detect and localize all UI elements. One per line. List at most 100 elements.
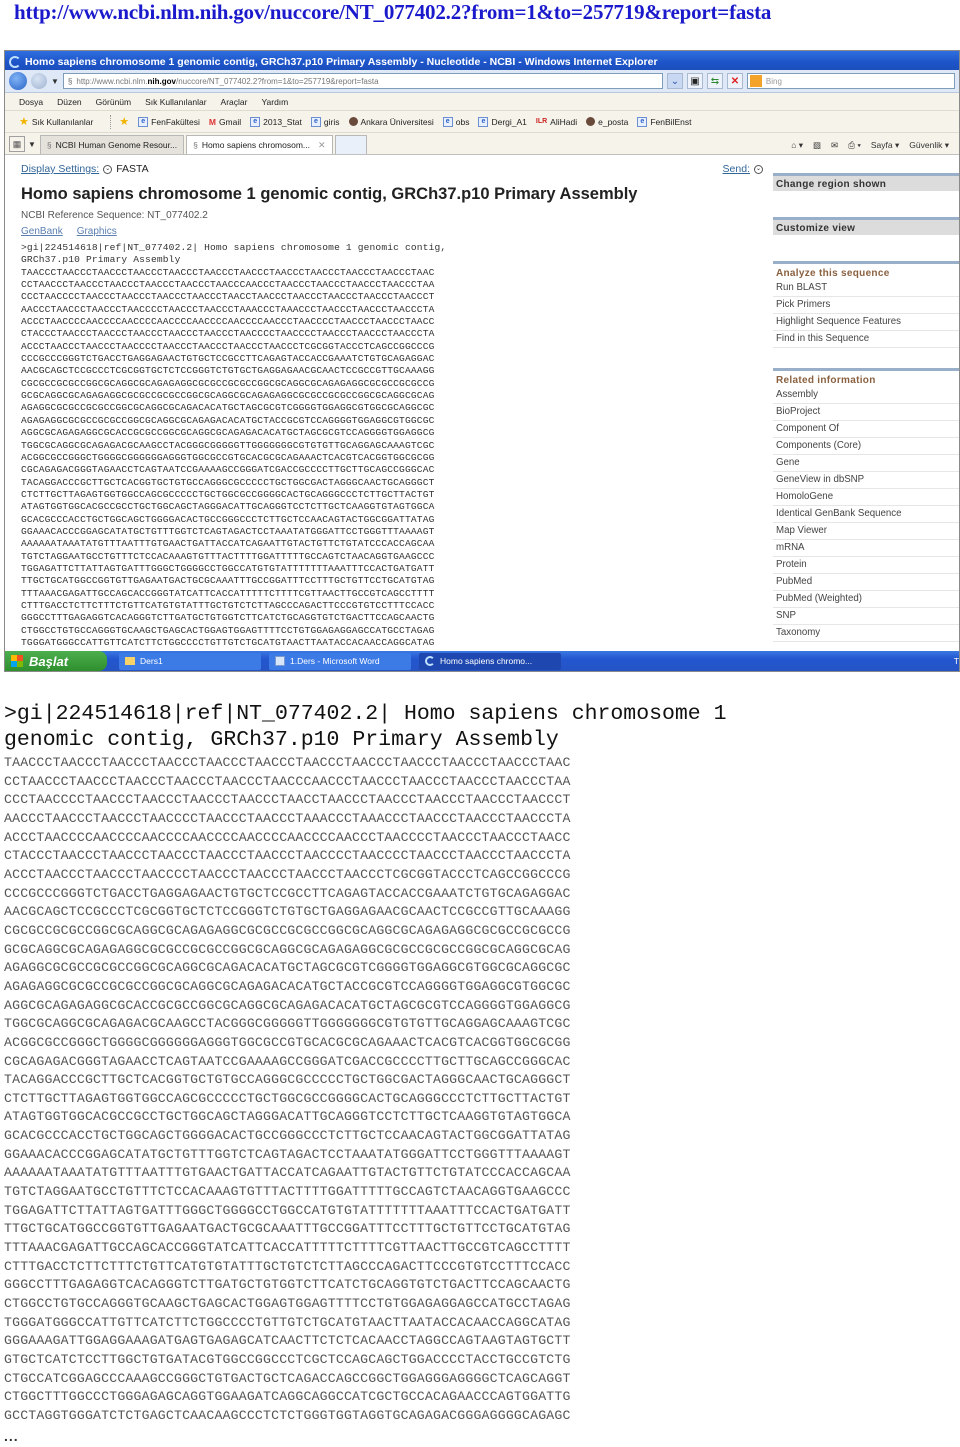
sequence-line: AGAGGCGCGCCGCGCCGGCGCAGGCGCAGACACATGCTAG…	[4, 960, 571, 976]
sequence-line: AGAGAGGCGCGCCGCGCCGGCGCAGGCGCAGAGACACATG…	[21, 414, 435, 426]
sequence-line: TGGAGATTCTTATTAGTGATTTGGGCTGGGGCCTGGCCAT…	[21, 562, 435, 574]
safety-menu[interactable]: Güvenlik ▾	[909, 140, 949, 151]
sidebar-item-identical-genbank-sequence[interactable]: Identical GenBank Sequence	[773, 506, 959, 523]
send-link[interactable]: Send:	[723, 163, 750, 175]
change-region-shown[interactable]: Change region shown	[773, 173, 959, 191]
fasta-header: >gi|224514618|ref|NT_077402.2| Homo sapi…	[4, 701, 727, 753]
sidebar-item-pubmed[interactable]: PubMed	[773, 574, 959, 591]
back-button[interactable]	[9, 72, 27, 90]
favorite-ankara-universitesi[interactable]: Ankara Üniversitesi	[348, 117, 434, 127]
sidebar-item-protein[interactable]: Protein	[773, 557, 959, 574]
sequence-line: TGGCGCAGGCGCAGAGACGCAAGCCTACGGGCGGGGGTTG…	[21, 439, 435, 451]
seal-icon	[348, 117, 358, 126]
favorite-label: Dergi_A1	[491, 116, 527, 127]
search-input[interactable]: Bing	[746, 73, 955, 89]
favorites-bar: ★ Sık Kullanılanlar ★ e FenFakültesi M Gmai…	[5, 111, 959, 133]
customize-view[interactable]: Customize view	[773, 217, 959, 235]
menu-file[interactable]: Dosya	[19, 97, 43, 107]
menu-favorites[interactable]: Sık Kullanılanlar	[145, 97, 206, 107]
sidebar-item-find-in-sequence[interactable]: Find in this Sequence	[773, 331, 959, 348]
page-icon: §	[46, 140, 52, 150]
sequence-line: AAAAAATAAATATGTTTAATTTGTGAACTGATTACCATCA…	[21, 538, 435, 550]
address-dropdown-button[interactable]: ⌄	[666, 73, 683, 89]
tab-homo-sapiens[interactable]: § Homo sapiens chromosom... ✕	[186, 135, 333, 154]
sidebar-item-component-of[interactable]: Component Of	[773, 421, 959, 438]
favorite-giris[interactable]: e giris	[310, 116, 340, 127]
sidebar-item-homologene[interactable]: HomoloGene	[773, 489, 959, 506]
graphics-link[interactable]: Graphics	[77, 226, 117, 237]
favorite-gmail[interactable]: M Gmail	[209, 117, 241, 127]
sequence-line: ACCCTAACCCTAACCCTAACCCCTAACCCTAACCCTAACC…	[21, 340, 435, 352]
favorite-fenbilenst[interactable]: e FenBilEnst	[637, 116, 691, 127]
sidebar-item-map-viewer[interactable]: Map Viewer	[773, 523, 959, 540]
sidebar-item-pick-primers[interactable]: Pick Primers	[773, 297, 959, 314]
chevron-down-icon[interactable]: ⌄	[754, 164, 763, 174]
quick-tabs-icon[interactable]: ▦	[9, 136, 25, 152]
favorite-alihadi[interactable]: ILR AliHadi	[536, 117, 577, 127]
favorite-dergi-a1[interactable]: e Dergi_A1	[478, 116, 527, 127]
sidebar-item-taxonomy[interactable]: Taxonomy	[773, 625, 959, 642]
stop-button[interactable]: ✕	[726, 73, 743, 89]
favorites-star-icon: ★	[19, 116, 29, 128]
history-dropdown-icon[interactable]: ▼	[51, 77, 59, 86]
sidebar-item-mrna[interactable]: mRNA	[773, 540, 959, 557]
sequence-line: AACGCAGCTCCGCCCTCGCGGTGCTCTCCGGGTCTGTGCT…	[4, 904, 571, 920]
sequence-line: GGAAACACCCGGAGCATATGCTGTTTGGTCTCAGTAGACT…	[21, 525, 435, 537]
sequence-line: AACCCTAACCCTAACCCTAACCCCTAACCCTAACCCTAAA…	[21, 303, 435, 315]
page-menu[interactable]: Sayfa ▾	[871, 140, 899, 151]
favorite-2013-stat[interactable]: e 2013_Stat	[250, 116, 302, 127]
tab-list-dropdown-icon[interactable]: ▼	[28, 140, 36, 149]
taskbar-item-word[interactable]: 1.Ders - Microsoft Word	[269, 652, 411, 670]
address-path: /nuccore/NT_077402.2?from=1&to=257719&re…	[175, 76, 379, 86]
sequence-line: TTGCTGCATGGCCGGTGTTGAGAATGACTGCGCAAATTTG…	[21, 575, 435, 587]
mail-icon[interactable]: ✉	[831, 140, 838, 151]
chevron-down-icon[interactable]: ⌄	[103, 164, 113, 174]
favorite-obs[interactable]: e obs	[442, 116, 469, 127]
sidebar-item-components-core[interactable]: Components (Core)	[773, 438, 959, 455]
ie-page-icon: e	[478, 116, 489, 127]
refresh-button[interactable]: ⇆	[706, 73, 723, 89]
close-tab-icon[interactable]: ✕	[318, 140, 326, 151]
sidebar-item-pubmed-weighted[interactable]: PubMed (Weighted)	[773, 591, 959, 608]
print-icon[interactable]: ⎙ ▾	[848, 140, 861, 151]
favorite-fenfakultesi[interactable]: e FenFakültesi	[138, 116, 200, 127]
menu-help[interactable]: Yardım	[261, 97, 288, 107]
sidebar-item-run-blast[interactable]: Run BLAST	[773, 280, 959, 297]
favorite-e-posta[interactable]: e_posta	[586, 117, 628, 127]
feeds-icon[interactable]: ▧	[813, 140, 821, 151]
sidebar-item-geneview-in-dbsnp[interactable]: GeneView in dbSNP	[773, 472, 959, 489]
sidebar-item-gene[interactable]: Gene	[773, 455, 959, 472]
sequence-line: CTCTTGCTTAGAGTGGTGGCCAGCGCCCCCTGCTGGCGCC…	[21, 488, 435, 500]
display-settings[interactable]: Display Settings: ⌄ FASTA	[21, 163, 149, 175]
favorites-label: Sık Kullanılanlar	[31, 116, 94, 127]
sequence-line: TACAGGACCCGCTTGCTCACGGTGCTGTGCCAGGGCGCCC…	[21, 476, 435, 488]
send-to[interactable]: Send: ⌄	[723, 163, 763, 175]
compatibility-view-button[interactable]: ▣	[686, 73, 703, 89]
add-favorite-button[interactable]: ★	[119, 115, 129, 128]
safety-menu-label: Güvenlik	[909, 140, 943, 150]
new-tab-button[interactable]	[334, 135, 367, 154]
sequence-line: CCTAACCCTAACCCTAACCCTAACCCTAACCCTAACCCAA…	[21, 279, 435, 291]
forward-button[interactable]	[31, 73, 47, 89]
taskbar-item-ie[interactable]: Homo sapiens chromo...	[419, 652, 561, 670]
sidebar-item-bioproject[interactable]: BioProject	[773, 404, 959, 421]
sequence-line: CTTTGACCTCTTCTTTCTGTTCATGTGTATTTGCTGTCTC…	[4, 1258, 571, 1274]
genbank-link[interactable]: GenBank	[21, 226, 63, 237]
tab-ncbi-human-genome[interactable]: § NCBI Human Genome Resour...	[39, 135, 185, 154]
caption-url[interactable]: http://www.ncbi.nlm.nih.gov/nuccore/NT_0…	[14, 0, 771, 26]
home-icon[interactable]: ⌂ ▾	[791, 140, 803, 151]
address-bar[interactable]: § http://www.ncbi.nlm. nih.gov/nuccore/NT…	[62, 73, 663, 89]
address-domain: nih.gov	[147, 76, 176, 86]
menu-edit[interactable]: Düzen	[57, 97, 82, 107]
sidebar-item-highlight-features[interactable]: Highlight Sequence Features	[773, 314, 959, 331]
display-format-value: FASTA	[116, 163, 149, 175]
start-button[interactable]: Başlat	[5, 651, 107, 671]
sequence-line: GCACGCCCACCTGCTGGCAGCTGGGGACACTGCCGGGCCC…	[21, 513, 435, 525]
display-settings-link[interactable]: Display Settings:	[21, 163, 99, 175]
favorites-button[interactable]: ★ Sık Kullanılanlar	[19, 115, 93, 128]
menu-tools[interactable]: Araçlar	[221, 97, 248, 107]
sidebar-item-snp[interactable]: SNP	[773, 608, 959, 625]
sidebar-item-assembly[interactable]: Assembly	[773, 387, 959, 404]
taskbar-item-ders1[interactable]: Ders1	[119, 652, 261, 670]
menu-view[interactable]: Görünüm	[96, 97, 131, 107]
